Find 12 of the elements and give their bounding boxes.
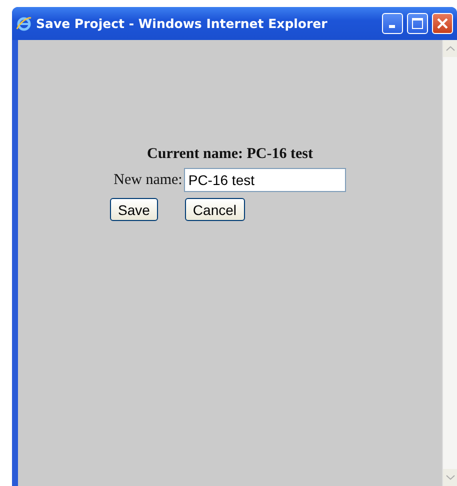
browser-logo-icon [16, 16, 32, 32]
current-name-heading: Current name: PC-16 test [147, 146, 313, 163]
maximize-icon [412, 18, 423, 29]
minimize-button[interactable] [382, 13, 403, 34]
save-button[interactable]: Save [110, 198, 158, 221]
cancel-button[interactable]: Cancel [184, 198, 245, 221]
close-button[interactable] [432, 13, 453, 34]
window-title: Save Project - Windows Internet Explorer [36, 16, 328, 31]
new-name-label: New name: [114, 172, 182, 188]
close-icon [437, 18, 448, 29]
name-input-field[interactable]: PC-16 test [184, 168, 346, 192]
maximize-button[interactable] [407, 13, 428, 34]
